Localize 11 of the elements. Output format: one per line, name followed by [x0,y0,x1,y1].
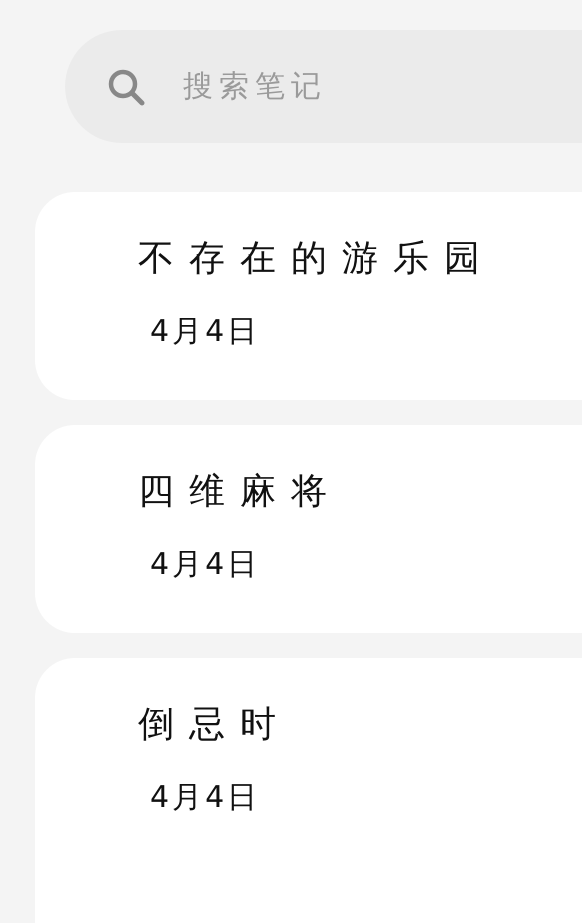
note-card[interactable]: 不存在的游乐园 4月4日 [35,192,582,400]
note-title: 倒忌时 [138,703,292,747]
note-date: 4月4日 [150,546,262,584]
note-title: 四维麻将 [138,470,343,514]
note-card[interactable]: 四维麻将 4月4日 [35,425,582,633]
search-icon [107,68,145,106]
note-date: 4月4日 [150,779,262,817]
note-card[interactable]: 倒忌时 4月4日 [35,658,582,923]
search-field[interactable]: 搜索笔记 [181,68,485,105]
note-date: 4月4日 [150,313,262,351]
note-title: 不存在的游乐园 [138,237,496,281]
